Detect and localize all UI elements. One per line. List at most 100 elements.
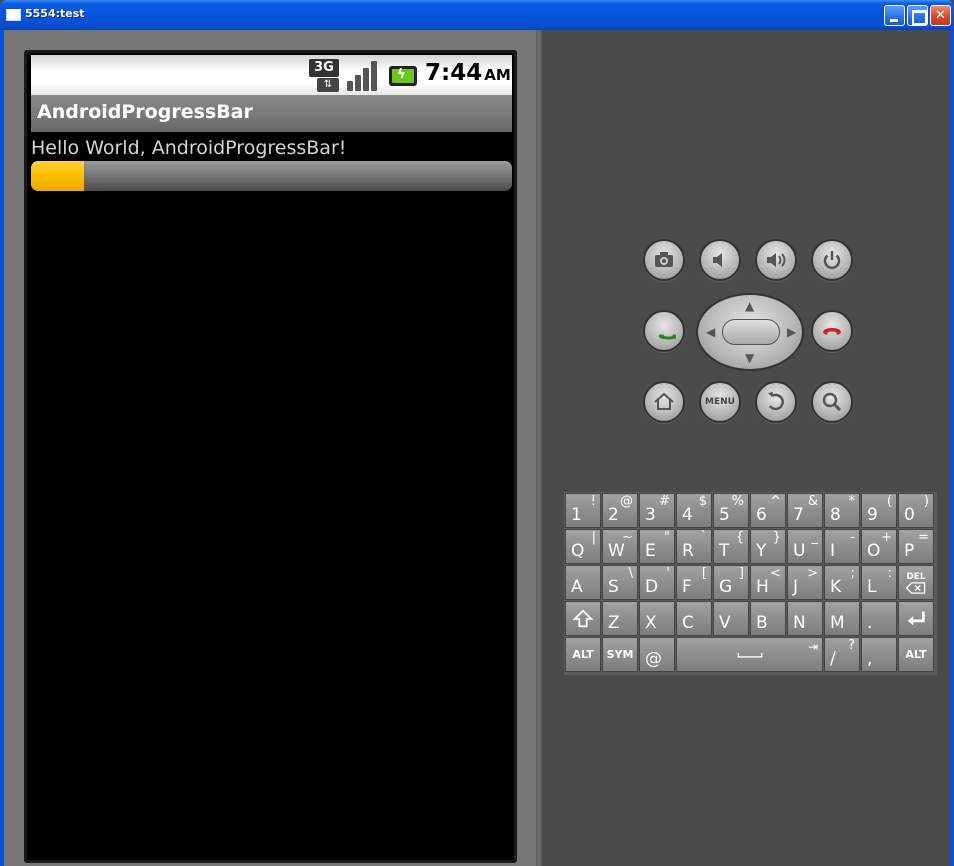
key-shift[interactable] xyxy=(565,601,601,636)
key-label: X xyxy=(645,613,657,633)
dpad[interactable]: ▲ ▼ ◀ ▶ xyxy=(696,293,804,371)
key-comma[interactable]: , xyxy=(861,637,897,672)
key-alt-label: \ xyxy=(628,566,633,581)
key-label: A xyxy=(571,577,583,597)
key-9[interactable]: 9( xyxy=(861,493,897,528)
dpad-up-icon[interactable]: ▲ xyxy=(745,300,754,312)
key-space[interactable]: ⇥ xyxy=(676,637,823,672)
key-m[interactable]: M xyxy=(824,601,860,636)
key-label: B xyxy=(756,613,768,633)
search-icon xyxy=(822,392,842,412)
dpad-center-button[interactable] xyxy=(722,319,780,345)
power-button[interactable] xyxy=(811,239,853,281)
key-f[interactable]: F[ xyxy=(676,565,712,600)
hardware-keyboard: 1! 2 @3 #4 $5% 6 ^ 7 & 8 * 9(0) Q | W ~ E " R ` T{Y} U _ I - O + P =… xyxy=(564,492,937,675)
end-call-button[interactable] xyxy=(811,310,853,352)
key-c[interactable]: C xyxy=(676,601,712,636)
progress-bar xyxy=(31,161,512,191)
key-5[interactable]: 5% xyxy=(713,493,749,528)
search-button[interactable] xyxy=(811,381,853,423)
key-x[interactable]: X xyxy=(639,601,675,636)
key-label: F xyxy=(682,577,692,597)
key-sym[interactable]: SYM xyxy=(602,637,638,672)
dpad-right-icon[interactable]: ▶ xyxy=(787,326,796,338)
volume-up-icon xyxy=(767,253,786,267)
key-b[interactable]: B xyxy=(750,601,786,636)
alt-right-label: ALT xyxy=(905,648,927,661)
key-label: T xyxy=(719,541,730,561)
key-label: . xyxy=(867,613,873,633)
key-7[interactable]: 7 & xyxy=(787,493,823,528)
call-icon xyxy=(658,334,676,340)
app-window-icon xyxy=(6,9,21,21)
menu-label: MENU xyxy=(705,397,735,407)
key-6[interactable]: 6 ^ xyxy=(750,493,786,528)
key-l[interactable]: L: xyxy=(861,565,897,600)
key-g[interactable]: G] xyxy=(713,565,749,600)
key-y[interactable]: Y} xyxy=(750,529,786,564)
key-8[interactable]: 8 * xyxy=(824,493,860,528)
key-alt-label: & xyxy=(807,494,818,509)
key-alt-left[interactable]: ALT xyxy=(565,637,601,672)
key-z[interactable]: Z xyxy=(602,601,638,636)
key-label: 3 xyxy=(645,505,656,525)
volume-down-button[interactable] xyxy=(699,239,741,281)
key-label: Z xyxy=(608,613,620,633)
key-1[interactable]: 1! xyxy=(565,493,601,528)
call-button[interactable] xyxy=(643,310,685,352)
key-label: S xyxy=(608,577,619,597)
phone-screen[interactable]: 3G ⇅ ϟ 7:44 AM AndroidProgressBar Hello … xyxy=(24,50,517,863)
key-alt-label: ' xyxy=(666,566,670,581)
key-alt-label: _ xyxy=(811,530,819,545)
camera-button[interactable] xyxy=(643,239,685,281)
key-3[interactable]: 3 # xyxy=(639,493,675,528)
key-r[interactable]: R ` xyxy=(676,529,712,564)
close-button[interactable]: ✕ xyxy=(930,5,951,26)
key-d[interactable]: D ' xyxy=(639,565,675,600)
key-slash[interactable]: /? xyxy=(824,637,860,672)
key-h[interactable]: H < xyxy=(750,565,786,600)
key-0[interactable]: 0) xyxy=(898,493,934,528)
key-i[interactable]: I- xyxy=(824,529,860,564)
key-alt-right[interactable]: ALT xyxy=(898,637,934,672)
key-p[interactable]: P = xyxy=(898,529,934,564)
key-o[interactable]: O + xyxy=(861,529,897,564)
dpad-down-icon[interactable]: ▼ xyxy=(745,352,754,364)
key-alt-label: ) xyxy=(923,494,929,509)
home-button[interactable] xyxy=(643,381,685,423)
key-e[interactable]: E " xyxy=(639,529,675,564)
key-u[interactable]: U _ xyxy=(787,529,823,564)
hello-text: Hello World, AndroidProgressBar! xyxy=(31,137,347,159)
key-label: N xyxy=(793,613,806,633)
volume-up-button[interactable] xyxy=(755,239,797,281)
key-alt-label: ^ xyxy=(770,494,781,509)
back-button[interactable] xyxy=(755,381,797,423)
key-2[interactable]: 2 @ xyxy=(602,493,638,528)
key-k[interactable]: K; xyxy=(824,565,860,600)
key-label: 2 xyxy=(608,505,619,525)
key-label: G xyxy=(719,577,733,597)
key-w[interactable]: W ~ xyxy=(602,529,638,564)
key-a[interactable]: A xyxy=(565,565,601,600)
controls-panel: ▲ ▼ ◀ ▶ MENU 1! 2 @3 #4 $5% 6 ^ 7 & 8 * 9(0) Q | W ~ E " R… xyxy=(542,30,950,866)
signal-strength-icon xyxy=(347,59,379,91)
key-n[interactable]: N xyxy=(787,601,823,636)
minimize-button[interactable] xyxy=(884,5,905,26)
key-q[interactable]: Q | xyxy=(565,529,601,564)
key-delete[interactable]: DEL xyxy=(898,565,934,600)
window-title: 5554:test xyxy=(25,7,85,20)
key-enter[interactable] xyxy=(898,601,934,636)
key-t[interactable]: T{ xyxy=(713,529,749,564)
key-4[interactable]: 4 $ xyxy=(676,493,712,528)
key-j[interactable]: J > xyxy=(787,565,823,600)
key-alt-label: * xyxy=(848,494,856,509)
key-at[interactable]: @ xyxy=(639,637,675,672)
dpad-left-icon[interactable]: ◀ xyxy=(706,326,715,338)
key-v[interactable]: V xyxy=(713,601,749,636)
sym-label: SYM xyxy=(606,648,634,661)
menu-button[interactable]: MENU xyxy=(699,381,741,423)
app-title: AndroidProgressBar xyxy=(37,101,253,123)
key-period[interactable]: . xyxy=(861,601,897,636)
maximize-button[interactable] xyxy=(907,5,928,26)
key-s[interactable]: S \ xyxy=(602,565,638,600)
